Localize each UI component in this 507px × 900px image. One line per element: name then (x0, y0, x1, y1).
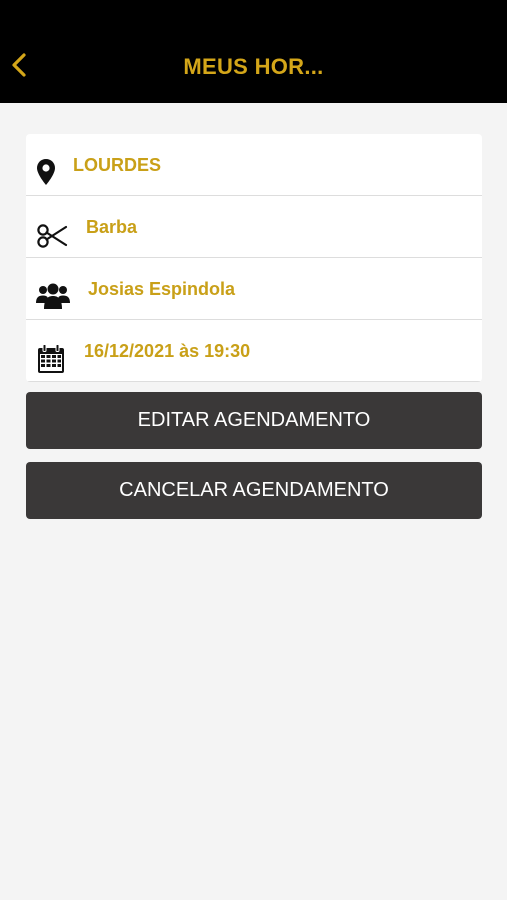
calendar-icon (37, 344, 65, 374)
cancel-appointment-button[interactable]: CANCELAR AGENDAMENTO (26, 462, 482, 519)
edit-appointment-button[interactable]: EDITAR AGENDAMENTO (26, 392, 482, 449)
datetime-row: 16/12/2021 às 19:30 (26, 320, 482, 382)
professional-row: Josias Espindola (26, 258, 482, 320)
appointment-details-card: LOURDES Barba Josias Espindola 16/12/202… (26, 134, 482, 382)
location-value: LOURDES (73, 155, 162, 175)
datetime-value: 16/12/2021 às 19:30 (84, 341, 251, 361)
service-row: Barba (26, 196, 482, 258)
location-row: LOURDES (26, 134, 482, 196)
service-value: Barba (86, 217, 138, 237)
scissors-icon (36, 223, 68, 249)
app-header: MEUS HOR... (0, 0, 507, 103)
page-title: MEUS HOR... (183, 54, 324, 79)
professional-value: Josias Espindola (88, 279, 236, 299)
users-icon (36, 282, 70, 310)
map-pin-icon (36, 158, 56, 186)
